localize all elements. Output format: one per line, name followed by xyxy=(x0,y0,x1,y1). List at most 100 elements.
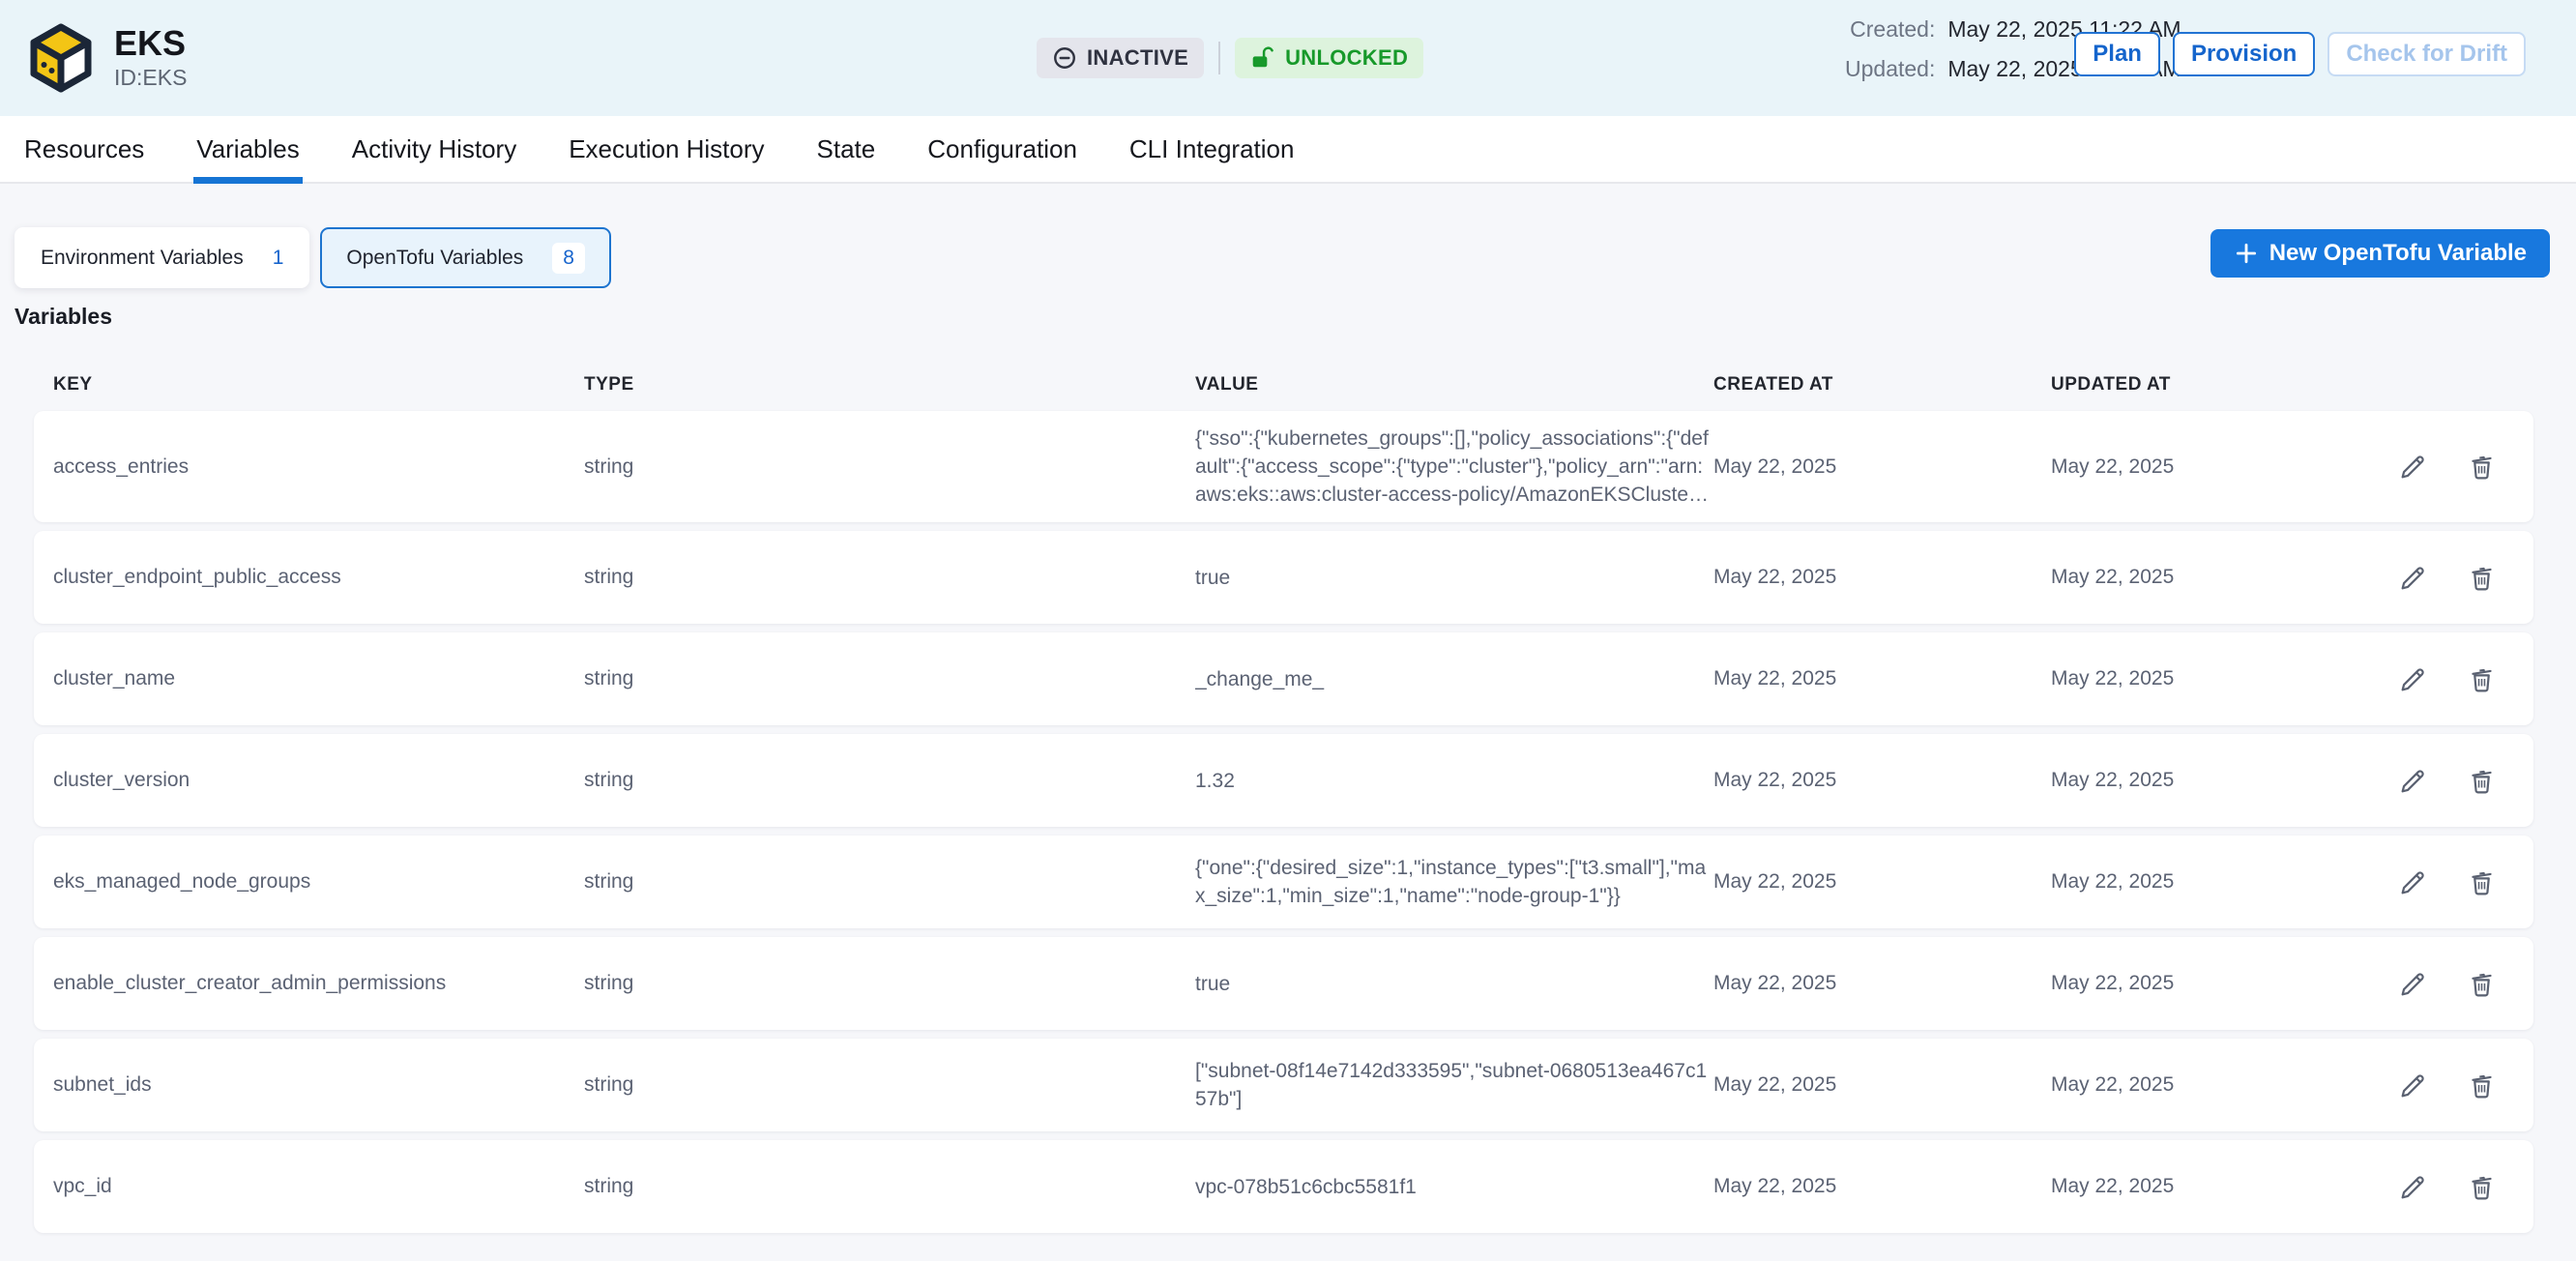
pencil-icon xyxy=(2398,1172,2428,1202)
subtab-environment-variables[interactable]: Environment Variables 1 xyxy=(15,227,309,288)
edit-variable-button[interactable] xyxy=(2398,664,2428,694)
variable-updated-at: May 22, 2025 xyxy=(2051,1175,2370,1198)
tab-execution-history[interactable]: Execution History xyxy=(569,116,764,182)
environment-header: EKS ID:EKS INACTIVE UNLOCKED Created: Ma… xyxy=(0,0,2576,116)
delete-variable-button[interactable] xyxy=(2467,969,2497,999)
row-actions xyxy=(2370,766,2514,796)
variable-type: string xyxy=(584,1073,1195,1097)
variable-key: subnet_ids xyxy=(53,1073,584,1097)
table-row-cluster_name: cluster_name string _change_me_ May 22, … xyxy=(34,632,2533,725)
table-row-enable_cluster_creator_admin_permissions: enable_cluster_creator_admin_permissions… xyxy=(34,937,2533,1030)
edit-variable-button[interactable] xyxy=(2398,867,2428,897)
updated-label: Updated: xyxy=(1845,56,1935,82)
column-header-created-at: CREATED AT xyxy=(1713,374,2051,396)
variable-value: true xyxy=(1195,970,1713,998)
variable-type: string xyxy=(584,455,1195,479)
row-actions xyxy=(2370,1172,2514,1202)
environment-id: ID:EKS xyxy=(114,65,187,91)
variables-page: Environment Variables 1 OpenTofu Variabl… xyxy=(0,184,2576,1233)
column-header-updated-at: UPDATED AT xyxy=(2051,374,2370,396)
subtab-environment-count: 1 xyxy=(273,247,284,270)
variable-key: vpc_id xyxy=(53,1175,584,1198)
delete-variable-button[interactable] xyxy=(2467,1070,2497,1100)
edit-variable-button[interactable] xyxy=(2398,1070,2428,1100)
variable-type: string xyxy=(584,870,1195,894)
table-row-cluster_endpoint_public_access: cluster_endpoint_public_access string tr… xyxy=(34,531,2533,624)
created-label: Created: xyxy=(1850,16,1935,43)
delete-variable-button[interactable] xyxy=(2467,664,2497,694)
subtab-opentofu-count: 8 xyxy=(552,243,585,274)
tab-resources[interactable]: Resources xyxy=(24,116,144,182)
tab-variables[interactable]: Variables xyxy=(196,116,299,182)
delete-variable-button[interactable] xyxy=(2467,563,2497,593)
variable-created-at: May 22, 2025 xyxy=(1713,1175,2051,1198)
edit-variable-button[interactable] xyxy=(2398,969,2428,999)
variable-key: cluster_name xyxy=(53,667,584,690)
delete-variable-button[interactable] xyxy=(2467,766,2497,796)
status-badge-label: INACTIVE xyxy=(1087,47,1188,69)
tab-cli-integration[interactable]: CLI Integration xyxy=(1129,116,1295,182)
trash-icon xyxy=(2467,664,2497,694)
edit-variable-button[interactable] xyxy=(2398,563,2428,593)
row-actions xyxy=(2370,969,2514,999)
edit-variable-button[interactable] xyxy=(2398,452,2428,482)
variable-type: string xyxy=(584,769,1195,792)
pencil-icon xyxy=(2398,1070,2428,1100)
pencil-icon xyxy=(2398,867,2428,897)
table-row-cluster_version: cluster_version string 1.32 May 22, 2025… xyxy=(34,734,2533,827)
row-actions xyxy=(2370,452,2514,482)
plan-button[interactable]: Plan xyxy=(2074,32,2160,76)
tab-state[interactable]: State xyxy=(817,116,876,182)
tab-activity-history[interactable]: Activity History xyxy=(352,116,516,182)
variable-updated-at: May 22, 2025 xyxy=(2051,1073,2370,1097)
variable-type: string xyxy=(584,1175,1195,1198)
variable-type: string xyxy=(584,566,1195,589)
tab-configuration[interactable]: Configuration xyxy=(927,116,1077,182)
variable-updated-at: May 22, 2025 xyxy=(2051,769,2370,792)
delete-variable-button[interactable] xyxy=(2467,452,2497,482)
row-actions xyxy=(2370,563,2514,593)
provision-button[interactable]: Provision xyxy=(2173,32,2315,76)
variable-type: string xyxy=(584,972,1195,995)
page-title: EKS xyxy=(114,25,187,62)
delete-variable-button[interactable] xyxy=(2467,867,2497,897)
delete-variable-button[interactable] xyxy=(2467,1172,2497,1202)
trash-icon xyxy=(2467,969,2497,999)
pencil-icon xyxy=(2398,452,2428,482)
subtab-opentofu-variables[interactable]: OpenTofu Variables 8 xyxy=(320,227,611,288)
variable-type: string xyxy=(584,667,1195,690)
new-opentofu-variable-label: New OpenTofu Variable xyxy=(2269,240,2527,267)
table-row-vpc_id: vpc_id string vpc-078b51c6cbc5581f1 May … xyxy=(34,1140,2533,1233)
variable-key: cluster_version xyxy=(53,769,584,792)
variable-created-at: May 22, 2025 xyxy=(1713,566,2051,589)
new-opentofu-variable-button[interactable]: New OpenTofu Variable xyxy=(2210,229,2550,278)
variable-value: {"sso":{"kubernetes_groups":[],"policy_a… xyxy=(1195,425,1713,509)
opentofu-cube-logo-icon xyxy=(29,23,93,93)
status-badges: INACTIVE UNLOCKED xyxy=(1037,38,1423,78)
edit-variable-button[interactable] xyxy=(2398,766,2428,796)
variable-created-at: May 22, 2025 xyxy=(1713,972,2051,995)
variable-created-at: May 22, 2025 xyxy=(1713,870,2051,894)
trash-icon xyxy=(2467,1172,2497,1202)
check-for-drift-button[interactable]: Check for Drift xyxy=(2327,32,2526,76)
trash-icon xyxy=(2467,452,2497,482)
variable-created-at: May 22, 2025 xyxy=(1713,667,2051,690)
trash-icon xyxy=(2467,766,2497,796)
column-header-value: VALUE xyxy=(1195,374,1713,396)
pencil-icon xyxy=(2398,664,2428,694)
variable-key: cluster_endpoint_public_access xyxy=(53,566,584,589)
status-badge-inactive: INACTIVE xyxy=(1037,38,1204,78)
variables-table-header: KEYTYPEVALUECREATED ATUPDATED AT xyxy=(34,374,2533,396)
badge-divider xyxy=(1218,42,1220,74)
column-header-key: KEY xyxy=(53,374,584,396)
table-row-eks_managed_node_groups: eks_managed_node_groups string {"one":{"… xyxy=(34,836,2533,928)
header-action-buttons: Plan Provision Check for Drift xyxy=(2074,32,2526,76)
lock-status-label: UNLOCKED xyxy=(1285,47,1408,69)
row-actions xyxy=(2370,664,2514,694)
variable-updated-at: May 22, 2025 xyxy=(2051,972,2370,995)
variable-created-at: May 22, 2025 xyxy=(1713,1073,2051,1097)
edit-variable-button[interactable] xyxy=(2398,1172,2428,1202)
variable-created-at: May 22, 2025 xyxy=(1713,769,2051,792)
variables-section-label: Variables xyxy=(15,304,2550,330)
table-row-access_entries: access_entries string {"sso":{"kubernete… xyxy=(34,411,2533,522)
